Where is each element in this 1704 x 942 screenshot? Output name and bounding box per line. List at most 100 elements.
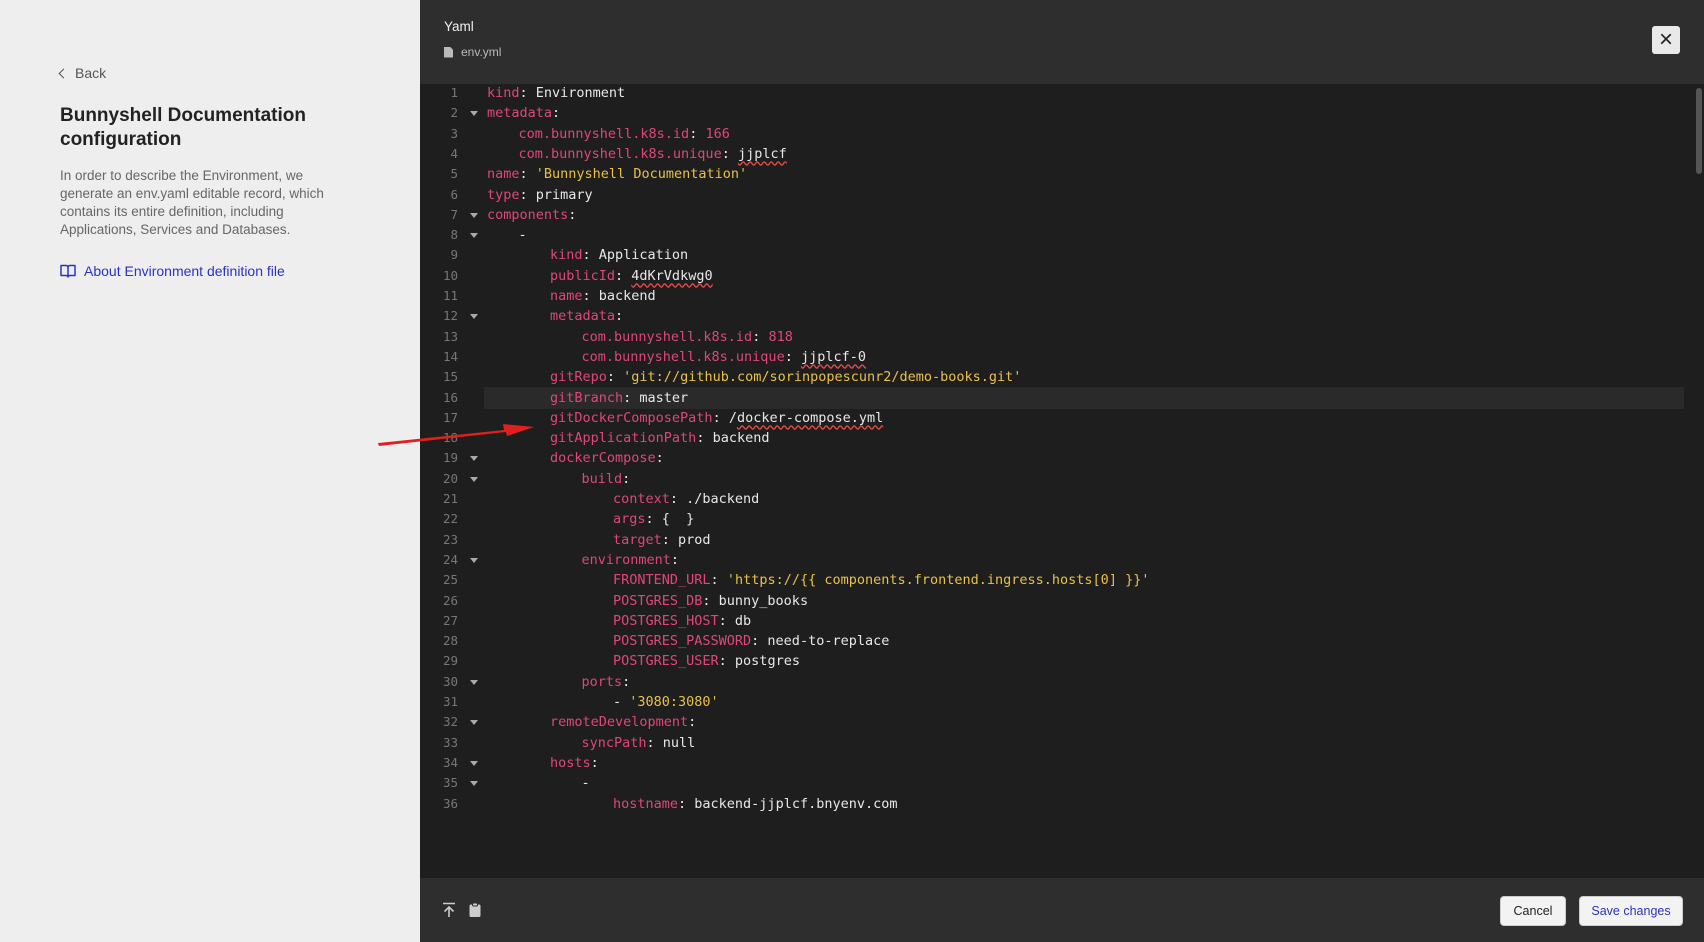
code-line[interactable]: 4 com.bunnyshell.k8s.unique: jjplcf bbox=[420, 143, 1684, 165]
line-number: 11 bbox=[442, 288, 458, 303]
line-number: 29 bbox=[442, 653, 458, 669]
scroll-to-top-icon[interactable] bbox=[442, 902, 456, 918]
fold-toggle-icon[interactable] bbox=[470, 456, 478, 462]
yaml-value: jjplcf bbox=[737, 145, 787, 162]
code-line[interactable]: 28 POSTGRES_PASSWORD: need-to-replace bbox=[420, 630, 1684, 652]
code-line[interactable]: 10 publicId: 4dKrVdkwg0 bbox=[420, 265, 1684, 287]
code-line[interactable]: 3 com.bunnyshell.k8s.id: 166 bbox=[420, 123, 1684, 145]
code-line[interactable]: 17 gitDockerComposePath: /docker-compose.… bbox=[420, 407, 1684, 429]
code-line[interactable]: 24 environment: bbox=[420, 549, 1684, 571]
line-number: 22 bbox=[442, 511, 458, 527]
code-line[interactable]: 22 args: { } bbox=[420, 508, 1684, 530]
code-text: metadata: bbox=[550, 305, 623, 327]
yaml-key: metadata bbox=[487, 105, 553, 122]
code-line[interactable]: 11 name: backend bbox=[420, 285, 1684, 307]
yaml-value: : bbox=[688, 714, 697, 731]
code-line[interactable]: 35 - bbox=[420, 772, 1684, 794]
code-line[interactable]: 6 type: primary bbox=[420, 184, 1684, 206]
code-line[interactable]: 18gitApplicationPath: backend bbox=[420, 427, 1684, 449]
editor-scrollbar[interactable] bbox=[1696, 88, 1702, 174]
code-line[interactable]: 19 dockerCompose: bbox=[420, 447, 1684, 469]
modal-footer: Cancel Save changes bbox=[420, 878, 1704, 942]
code-line[interactable]: 36 hostname: backend-jjplcf.bnyenv.com bbox=[420, 793, 1684, 815]
sidebar: Back Bunnyshell Documentation configurat… bbox=[0, 0, 420, 942]
fold-toggle-icon[interactable] bbox=[470, 212, 478, 218]
yaml-key: POSTGRES_USER bbox=[613, 653, 719, 670]
yaml-key: ports bbox=[581, 673, 623, 690]
code-line[interactable]: 32 remoteDevelopment: bbox=[420, 711, 1684, 733]
code-text: - bbox=[582, 772, 590, 794]
code-line[interactable]: 8- bbox=[420, 224, 1684, 246]
code-text: hosts: bbox=[550, 752, 599, 774]
code-text: POSTGRES_DB: bunny_books bbox=[613, 590, 808, 612]
fold-toggle-icon[interactable] bbox=[470, 557, 478, 563]
code-line[interactable]: 21 context: ./backend bbox=[420, 488, 1684, 510]
code-line[interactable]: 30 ports: bbox=[420, 671, 1684, 693]
code-line[interactable]: 7 components: bbox=[420, 204, 1684, 226]
yaml-key: context bbox=[613, 491, 670, 507]
yaml-value: : backend bbox=[582, 288, 656, 304]
cancel-button[interactable]: Cancel bbox=[1500, 896, 1566, 926]
code-line[interactable]: 33 syncPath: null bbox=[420, 732, 1684, 754]
code-line[interactable]: 34 hosts: bbox=[420, 752, 1684, 774]
yaml-key: target bbox=[613, 531, 662, 548]
code-line[interactable]: 12 metadata: bbox=[420, 305, 1684, 327]
code-line[interactable]: 9 kind: Application bbox=[420, 244, 1684, 266]
code-line[interactable]: 1 kind: Environment bbox=[420, 84, 1684, 104]
code-line[interactable]: 29 POSTGRES_USER: postgres bbox=[420, 650, 1684, 672]
fold-toggle-icon[interactable] bbox=[470, 781, 478, 787]
about-link-label: About Environment definition file bbox=[84, 263, 285, 279]
code-line[interactable]: 13 com.bunnyshell.k8s.id: 818 bbox=[420, 326, 1684, 348]
line-number: 19 bbox=[442, 450, 458, 466]
code-line[interactable]: 23 target: prod bbox=[420, 529, 1684, 551]
yaml-value: : Application bbox=[582, 247, 689, 264]
save-changes-button[interactable]: Save changes bbox=[1579, 896, 1683, 926]
yaml-key: kind bbox=[487, 85, 520, 101]
code-line[interactable]: 15 gitRepo: 'git://github.com/sorinpopesc… bbox=[420, 366, 1684, 388]
code-line[interactable]: 2 metadata: bbox=[420, 102, 1684, 124]
fold-toggle-icon[interactable] bbox=[470, 314, 478, 320]
yaml-value: : postgres bbox=[718, 653, 800, 670]
code-line[interactable]: 14 com.bunnyshell.k8s.unique: jjplcf-0 bbox=[420, 346, 1684, 368]
yaml-value: : bbox=[622, 470, 631, 487]
code-line[interactable]: 5 name: 'Bunnyshell Documentation' bbox=[420, 163, 1684, 185]
code-line[interactable]: 31 - '3080:3080' bbox=[420, 691, 1684, 713]
code-text: publicId: 4dKrVdkwg0 bbox=[550, 265, 713, 287]
code-line[interactable]: 16 gitBranch: master bbox=[443, 386, 1684, 409]
line-number: 26 bbox=[442, 592, 458, 608]
code-text: remoteDevelopment: bbox=[550, 711, 696, 733]
yaml-value: : backend-jjplcf.bnyenv.com bbox=[678, 795, 898, 812]
close-button[interactable]: × bbox=[1652, 26, 1680, 54]
code-text: POSTGRES_HOST: db bbox=[613, 610, 751, 632]
yaml-string: 'git://github.com/sorinpopescunr2/demo-b… bbox=[623, 369, 1022, 386]
fold-toggle-icon[interactable] bbox=[470, 476, 478, 482]
yaml-key: hostname bbox=[613, 795, 679, 812]
about-environment-link[interactable]: About Environment definition file bbox=[60, 263, 285, 279]
file-name: env.yml bbox=[461, 45, 502, 59]
line-number: 10 bbox=[442, 267, 458, 283]
yaml-value: : bbox=[752, 328, 769, 345]
code-line[interactable]: 27 POSTGRES_HOST: db bbox=[420, 610, 1684, 632]
fold-toggle-icon[interactable] bbox=[470, 760, 478, 766]
chevron-left-icon bbox=[58, 68, 69, 78]
clipboard-icon[interactable] bbox=[468, 902, 482, 918]
yaml-key: POSTGRES_DB bbox=[613, 592, 703, 609]
fold-toggle-icon[interactable] bbox=[470, 679, 478, 685]
yaml-editor[interactable]: 1 kind: Environment 2 metadata: 3 com.bunnysh… bbox=[420, 84, 1704, 878]
line-number: 36 bbox=[442, 795, 458, 811]
code-line[interactable]: 25 FRONTEND_URL: 'https://{{ components.f… bbox=[420, 569, 1684, 591]
yaml-key: metadata bbox=[550, 308, 616, 325]
fold-toggle-icon[interactable] bbox=[470, 720, 478, 726]
yaml-value: : bbox=[568, 206, 577, 223]
line-number: 27 bbox=[442, 612, 458, 628]
code-line[interactable]: 26 POSTGRES_DB: bunny_books bbox=[420, 590, 1684, 612]
code-text: gitRepo: 'git://github.com/sorinpopescun… bbox=[550, 366, 1021, 388]
yaml-key: gitApplicationPath bbox=[550, 430, 697, 447]
fold-toggle-icon[interactable] bbox=[470, 111, 478, 117]
yaml-value: : ./backend bbox=[669, 491, 760, 507]
code-text: ports: bbox=[582, 671, 631, 693]
yaml-modal: Yaml env.yml × 1 kind: Environment 2 metada… bbox=[420, 0, 1704, 942]
code-line[interactable]: 20 build: bbox=[420, 468, 1684, 490]
fold-toggle-icon[interactable] bbox=[470, 233, 478, 239]
back-link[interactable]: Back bbox=[58, 65, 106, 81]
